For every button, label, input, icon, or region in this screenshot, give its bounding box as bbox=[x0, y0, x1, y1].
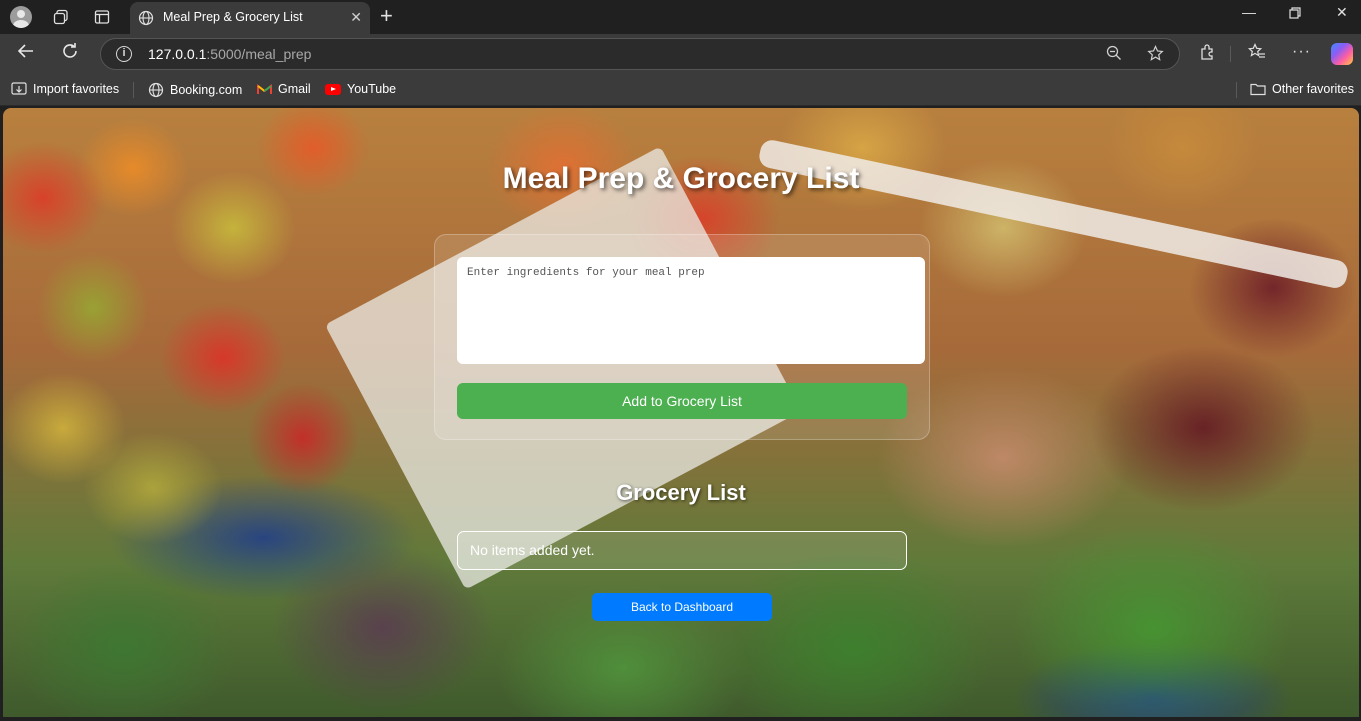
favorites-icon[interactable] bbox=[1247, 43, 1266, 66]
back-arrow-icon[interactable] bbox=[17, 42, 35, 65]
fav-youtube[interactable]: YouTube bbox=[325, 82, 396, 96]
minimize-icon[interactable]: — bbox=[1242, 4, 1256, 20]
globe-icon bbox=[138, 10, 154, 31]
new-tab-button[interactable]: + bbox=[380, 5, 393, 27]
site-info-icon[interactable]: i bbox=[116, 46, 132, 62]
toolbar-divider bbox=[1230, 46, 1231, 62]
fav-other-favorites[interactable]: Other favorites bbox=[1250, 82, 1354, 96]
ingredients-input[interactable] bbox=[457, 257, 925, 364]
refresh-icon[interactable] bbox=[61, 42, 79, 65]
add-to-grocery-list-button[interactable]: Add to Grocery List bbox=[457, 383, 907, 419]
more-menu-icon[interactable]: ··· bbox=[1292, 43, 1311, 61]
import-icon bbox=[11, 82, 27, 95]
address-bar[interactable]: i 127.0.0.1:5000/meal_prep bbox=[100, 38, 1180, 70]
close-tab-icon[interactable]: ✕ bbox=[350, 9, 362, 26]
copilot-icon[interactable] bbox=[1331, 43, 1353, 65]
favorites-divider bbox=[133, 82, 134, 98]
page-viewport: Meal Prep & Grocery List Add to Grocery … bbox=[3, 108, 1359, 717]
profile-avatar[interactable] bbox=[9, 5, 33, 29]
page-title: Meal Prep & Grocery List bbox=[502, 162, 860, 195]
fav-gmail[interactable]: Gmail bbox=[257, 82, 311, 96]
folder-icon bbox=[1250, 83, 1266, 96]
collections-icon[interactable] bbox=[49, 5, 73, 29]
youtube-icon bbox=[325, 83, 341, 95]
empty-list-message: No items added yet. bbox=[470, 542, 595, 558]
tab-meal-prep[interactable]: Meal Prep & Grocery List ✕ bbox=[130, 2, 370, 34]
extensions-icon[interactable] bbox=[1199, 43, 1217, 66]
gmail-icon bbox=[257, 83, 272, 94]
fav-booking[interactable]: Booking.com bbox=[148, 82, 242, 98]
grocery-list: No items added yet. bbox=[457, 531, 907, 570]
favorites-bar: Import favorites Booking.com Gmail YouTu… bbox=[0, 74, 1361, 106]
browser-titlebar: Meal Prep & Grocery List ✕ + — ✕ bbox=[0, 0, 1361, 34]
favorite-star-icon[interactable] bbox=[1147, 45, 1164, 66]
close-window-icon[interactable]: ✕ bbox=[1336, 4, 1348, 21]
grocery-list-heading: Grocery List bbox=[616, 480, 746, 505]
restore-icon[interactable] bbox=[1289, 4, 1301, 22]
favorites-divider bbox=[1236, 82, 1237, 98]
back-to-dashboard-button[interactable]: Back to Dashboard bbox=[592, 593, 772, 621]
fav-import-favorites[interactable]: Import favorites bbox=[11, 82, 119, 96]
tab-actions-icon[interactable] bbox=[90, 5, 114, 29]
url-text[interactable]: 127.0.0.1:5000/meal_prep bbox=[148, 46, 311, 62]
browser-toolbar: i 127.0.0.1:5000/meal_prep ··· bbox=[0, 34, 1361, 74]
zoom-out-icon[interactable] bbox=[1106, 45, 1122, 65]
tab-title: Meal Prep & Grocery List bbox=[163, 10, 303, 24]
globe-icon bbox=[148, 82, 164, 98]
